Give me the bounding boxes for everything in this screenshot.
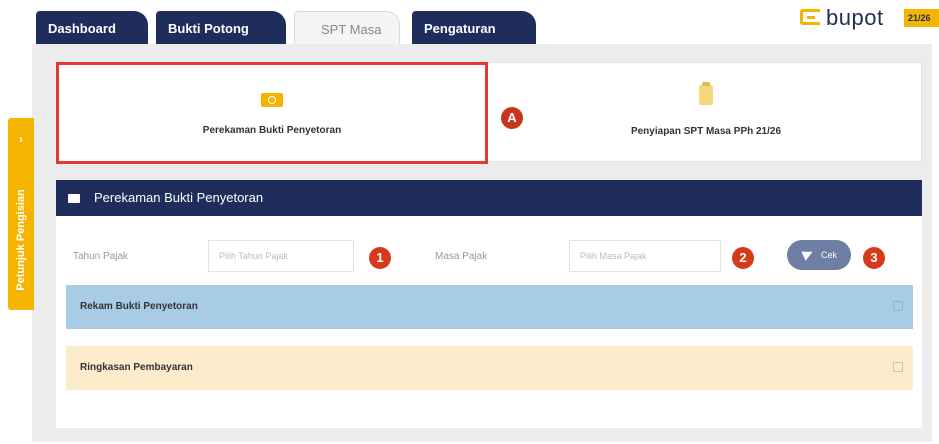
expand-icon[interactable] — [893, 301, 903, 311]
marker-1: 1 — [369, 247, 391, 269]
logo-badge: 21/26 — [904, 9, 939, 27]
tab-bar: Dashboard Bukti Potong SPT Masa Pengatur… — [36, 11, 556, 44]
bar-label: Ringkasan Pembayaran — [80, 362, 193, 373]
petunjuk-pengisian-tab[interactable]: › Petunjuk Pengisian — [8, 118, 34, 310]
masa-pajak-label: Masa Pajak — [435, 251, 488, 262]
tab-bukti-potong[interactable]: Bukti Potong — [156, 11, 286, 44]
card-label: Penyiapan SPT Masa PPh 21/26 — [630, 126, 782, 137]
section-header: Perekaman Bukti Penyetoran — [56, 180, 922, 216]
tab-dashboard[interactable]: Dashboard — [36, 11, 148, 44]
marker-a: A — [501, 107, 523, 129]
send-icon — [801, 247, 815, 261]
marker-3: 3 — [863, 247, 885, 269]
feature-cards: Perekaman Bukti Penyetoran Penyiapan SPT… — [56, 62, 923, 164]
tab-spt-masa[interactable]: SPT Masa — [294, 11, 400, 44]
tahun-pajak-select[interactable]: Pilih Tahun Pajak — [208, 240, 354, 272]
cek-button[interactable]: Cek — [787, 240, 851, 270]
card-perekaman-bukti-penyetoran[interactable]: Perekaman Bukti Penyetoran — [56, 62, 488, 164]
chevron-right-icon: › — [19, 132, 23, 146]
side-tab-label: Petunjuk Pengisian — [15, 189, 27, 291]
app-logo: bupot 21/26 — [796, 5, 939, 31]
rekam-bukti-penyetoran-bar[interactable]: Rekam Bukti Penyetoran — [66, 285, 913, 329]
tahun-pajak-label: Tahun Pajak — [73, 251, 129, 262]
camera-icon — [261, 93, 283, 107]
tab-pengaturan[interactable]: Pengaturan — [412, 11, 536, 44]
logo-text: bupot — [826, 5, 884, 30]
expand-icon[interactable] — [893, 362, 903, 372]
card-penyiapan-spt-masa[interactable]: Penyiapan SPT Masa PPh 21/26 — [489, 63, 923, 163]
marker-2: 2 — [732, 247, 754, 269]
section-title: Perekaman Bukti Penyetoran — [94, 190, 264, 205]
card-label: Perekaman Bukti Penyetoran — [202, 125, 342, 136]
bar-label: Rekam Bukti Penyetoran — [80, 301, 198, 312]
camera-icon — [68, 194, 80, 203]
masa-pajak-select[interactable]: Pilih Masa Pajak — [569, 240, 721, 272]
logo-mark-icon — [800, 9, 820, 25]
cek-button-label: Cek — [821, 250, 838, 260]
ringkasan-pembayaran-bar[interactable]: Ringkasan Pembayaran — [66, 346, 913, 390]
clipboard-icon — [699, 82, 713, 105]
